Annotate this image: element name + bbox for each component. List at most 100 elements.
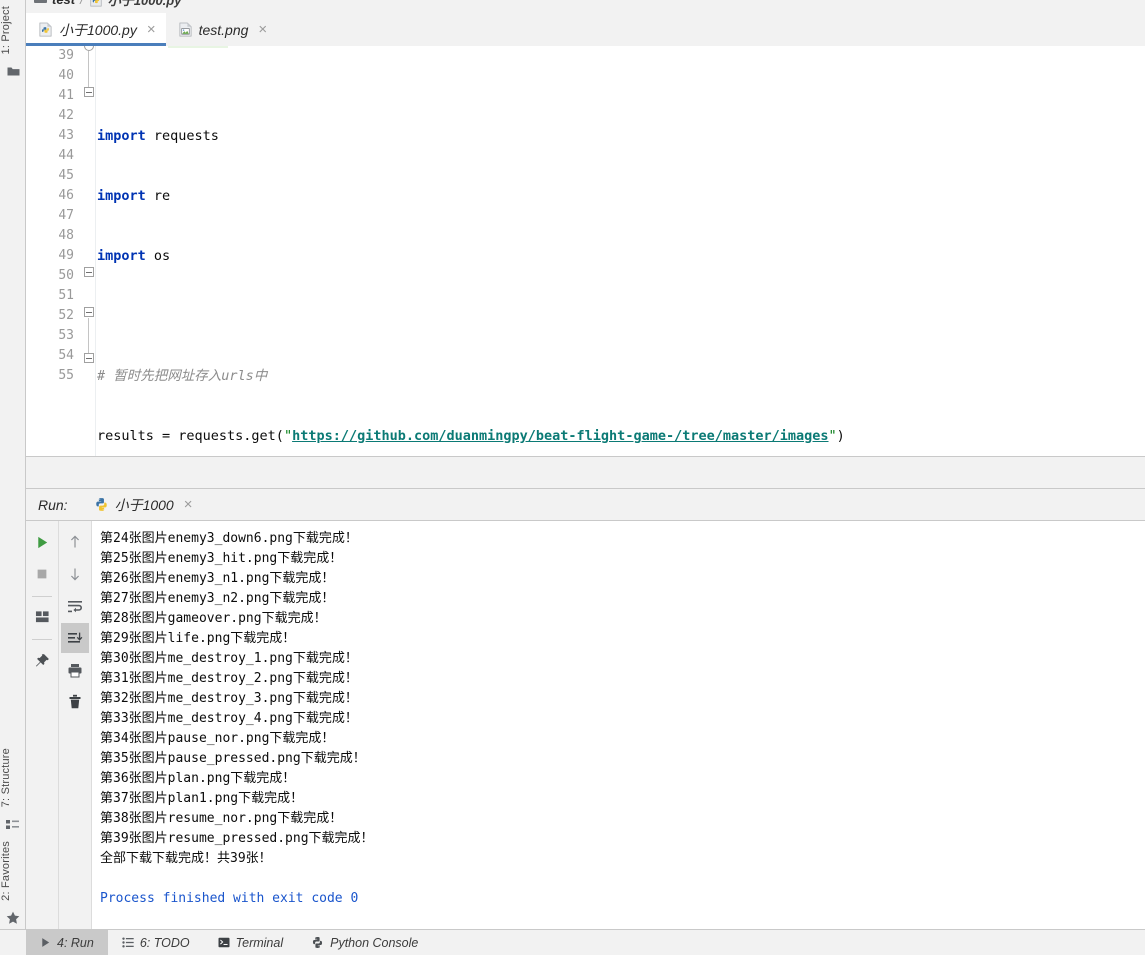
console-line: 第30张图片me_destroy_1.png下载完成！	[100, 651, 358, 666]
line-number: 41	[58, 88, 74, 103]
image-file-icon	[178, 22, 193, 37]
tool-window-project-label: 1: Project	[0, 6, 12, 55]
line-number: 53	[58, 328, 74, 343]
close-icon[interactable]: ×	[258, 22, 267, 37]
fold-bar	[88, 318, 89, 354]
fold-marker-imports-end[interactable]	[84, 87, 94, 97]
status-todo[interactable]: 6: TODO	[108, 930, 204, 955]
tool-window-favorites-label: 2: Favorites	[0, 841, 12, 901]
run-configuration-tab[interactable]: 小于1000 ×	[94, 495, 193, 515]
status-terminal-label: Terminal	[235, 935, 284, 950]
status-terminal[interactable]: Terminal	[204, 930, 297, 955]
structure-icon[interactable]	[0, 813, 26, 835]
line-number: 47	[58, 208, 74, 223]
run-tool-window-body: 第24张图片enemy3_down6.png下载完成！ 第25张图片enemy3…	[26, 521, 1145, 929]
editor-gutter[interactable]: 39 40 41 42 43 44 45 46 47 48 49 50 51 5…	[26, 46, 82, 456]
line-number: 48	[58, 228, 74, 243]
python-icon	[311, 936, 324, 949]
run-tool-window: Run: 小于1000 × 第24张图片enemy3_down6.png下载完成…	[26, 489, 1145, 929]
tool-window-favorites[interactable]: 2: Favorites	[0, 835, 26, 907]
pin-icon[interactable]	[28, 645, 56, 675]
code-line-41: import os	[97, 248, 171, 264]
breadcrumb: test / 小于1000.py	[26, 0, 1145, 13]
printer-icon[interactable]	[61, 655, 89, 685]
stop-button[interactable]	[28, 559, 56, 589]
line-number: 50	[58, 268, 74, 283]
console-line: 第24张图片enemy3_down6.png下载完成！	[100, 531, 358, 546]
line-number: 51	[58, 288, 74, 303]
toolbar-divider	[32, 596, 52, 597]
code-line-40: import re	[97, 188, 171, 204]
run-console-output[interactable]: 第24张图片enemy3_down6.png下载完成！ 第25张图片enemy3…	[92, 521, 1145, 929]
python-file-icon	[89, 0, 103, 7]
code-line-43: # 暂时先把网址存入urls中	[97, 368, 268, 384]
line-number: 45	[58, 168, 74, 183]
status-python-console[interactable]: Python Console	[297, 930, 432, 955]
editor-tab-image[interactable]: test.png ×	[166, 13, 278, 46]
editor-fold-column[interactable]	[82, 46, 96, 456]
console-line: 第38张图片resume_nor.png下载完成！	[100, 811, 343, 826]
fold-marker-imports-top[interactable]	[84, 46, 94, 51]
code-editor[interactable]: 39 40 41 42 43 44 45 46 47 48 49 50 51 5…	[26, 46, 1145, 456]
line-number: 55	[58, 368, 74, 383]
editor-code-area[interactable]: import requests import re import os # 暂时…	[97, 46, 1145, 456]
status-bar: 4: Run 6: TODO Terminal Python Console	[0, 929, 1145, 955]
run-configuration-name: 小于1000	[114, 496, 174, 513]
console-line: 第33张图片me_destroy_4.png下载完成！	[100, 711, 358, 726]
arrow-up-icon[interactable]	[61, 527, 89, 557]
console-line: 第37张图片plan1.png下载完成！	[100, 791, 304, 806]
breadcrumb-file[interactable]: 小于1000.py	[108, 0, 182, 9]
trash-icon[interactable]	[61, 687, 89, 717]
console-line: 第31张图片me_destroy_2.png下载完成！	[100, 671, 358, 686]
close-icon[interactable]: ×	[147, 22, 156, 37]
line-number: 52	[58, 308, 74, 323]
tool-window-structure[interactable]: 7: Structure	[0, 742, 26, 813]
console-line: 第32张图片me_destroy_3.png下载完成！	[100, 691, 358, 706]
line-number: 39	[58, 48, 74, 63]
console-line: 全部下载下载完成！共39张！	[100, 851, 272, 866]
console-line: 第25张图片enemy3_hit.png下载完成！	[100, 551, 343, 566]
run-toolbar-secondary	[59, 521, 92, 929]
toolbar-divider	[32, 639, 52, 640]
star-icon[interactable]	[0, 907, 26, 929]
python-file-icon	[38, 22, 53, 37]
arrow-down-icon[interactable]	[61, 559, 89, 589]
fold-marker-with-block[interactable]	[84, 307, 94, 317]
left-tool-rail: 1: Project 7: Structure 2: Favorites	[0, 0, 26, 955]
editor-tab-image-label: test.png	[198, 21, 249, 38]
fold-marker-with-end[interactable]	[84, 353, 94, 363]
console-line: 第28张图片gameover.png下载完成！	[100, 611, 327, 626]
status-run[interactable]: 4: Run	[26, 929, 108, 955]
editor-tab-python[interactable]: 小于1000.py ×	[26, 13, 166, 46]
scroll-to-end-icon[interactable]	[61, 623, 89, 653]
line-number: 44	[58, 148, 74, 163]
console-line-process-finished: Process finished with exit code 0	[100, 891, 359, 906]
project-folder-icon[interactable]	[0, 60, 26, 82]
pycharm-window: 1: Project 7: Structure 2: Favorites 小于1…	[0, 0, 1145, 955]
line-number: 42	[58, 108, 74, 123]
tool-window-project[interactable]: 1: Project	[0, 0, 26, 60]
run-toolbar-primary	[26, 521, 59, 929]
editor-tab-bar: 小于1000.py × test.png ×	[26, 13, 1145, 46]
breadcrumb-project[interactable]: test	[52, 0, 75, 7]
run-tool-window-header: Run: 小于1000 ×	[26, 489, 1145, 521]
line-number: 40	[58, 68, 74, 83]
fold-marker-for-loop[interactable]	[84, 267, 94, 277]
console-line: 第27张图片enemy3_n2.png下载完成！	[100, 591, 335, 606]
line-number: 54	[58, 348, 74, 363]
layout-button[interactable]	[28, 602, 56, 632]
module-icon	[34, 0, 47, 5]
console-line: 第36张图片plan.png下载完成！	[100, 771, 296, 786]
editor-run-splitter[interactable]	[26, 456, 1145, 489]
soft-wrap-icon[interactable]	[61, 591, 89, 621]
python-icon	[94, 497, 109, 512]
code-line-39: import requests	[97, 128, 219, 144]
rerun-button[interactable]	[28, 527, 56, 557]
status-python-console-label: Python Console	[330, 935, 419, 950]
play-icon	[40, 937, 51, 948]
line-number: 46	[58, 188, 74, 203]
close-icon[interactable]: ×	[184, 497, 193, 512]
code-line-44: results = requests.get("https://github.c…	[97, 428, 845, 444]
